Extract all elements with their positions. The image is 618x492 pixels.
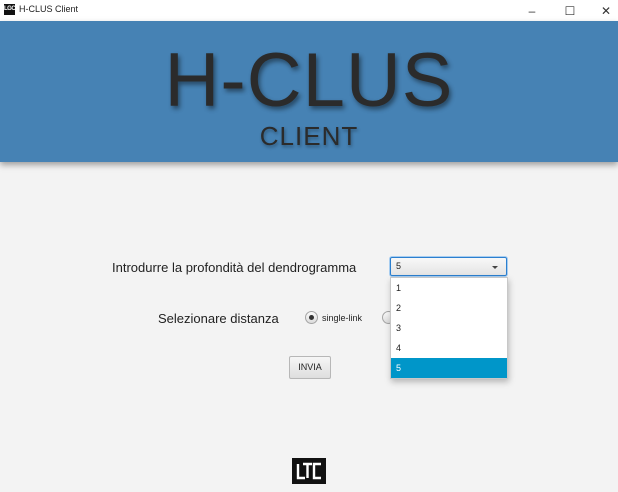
depth-option-5[interactable]: 5 xyxy=(391,358,507,378)
depth-option-1[interactable]: 1 xyxy=(391,278,507,298)
depth-combobox-value: 5 xyxy=(396,261,402,271)
app-icon: LGC xyxy=(4,4,16,15)
close-icon: ✕ xyxy=(600,3,612,18)
app-subtitle: CLIENT xyxy=(259,121,359,151)
minimize-button[interactable]: – xyxy=(514,0,550,21)
depth-label: Introdurre la profondità del dendrogramm… xyxy=(112,260,357,275)
window-titlebar: LGC H-CLUS Client – ☐ ✕ xyxy=(0,0,618,21)
header-banner: H-CLUS CLIENT xyxy=(0,21,618,162)
app-title: H-CLUS xyxy=(164,38,454,123)
depth-dropdown-list: 1 2 3 4 5 xyxy=(390,277,508,379)
chevron-down-icon xyxy=(492,266,498,269)
depth-option-2[interactable]: 2 xyxy=(391,298,507,318)
logo-glyph xyxy=(296,462,321,480)
minimize-icon: – xyxy=(528,3,536,18)
single-link-radio[interactable] xyxy=(305,311,318,324)
depth-option-3[interactable]: 3 xyxy=(391,318,507,338)
submit-button[interactable]: INVIA xyxy=(289,356,331,379)
maximize-icon: ☐ xyxy=(564,3,576,18)
depth-option-4[interactable]: 4 xyxy=(391,338,507,358)
radio-selected-dot xyxy=(309,315,314,320)
close-button[interactable]: ✕ xyxy=(588,0,618,21)
distance-label: Selezionare distanza xyxy=(158,311,279,326)
single-link-label[interactable]: single-link xyxy=(322,313,362,323)
maximize-button[interactable]: ☐ xyxy=(552,0,588,21)
lgc-logo-icon xyxy=(292,458,326,484)
depth-combobox[interactable]: 5 xyxy=(390,257,507,276)
window-title: H-CLUS Client xyxy=(19,4,79,14)
